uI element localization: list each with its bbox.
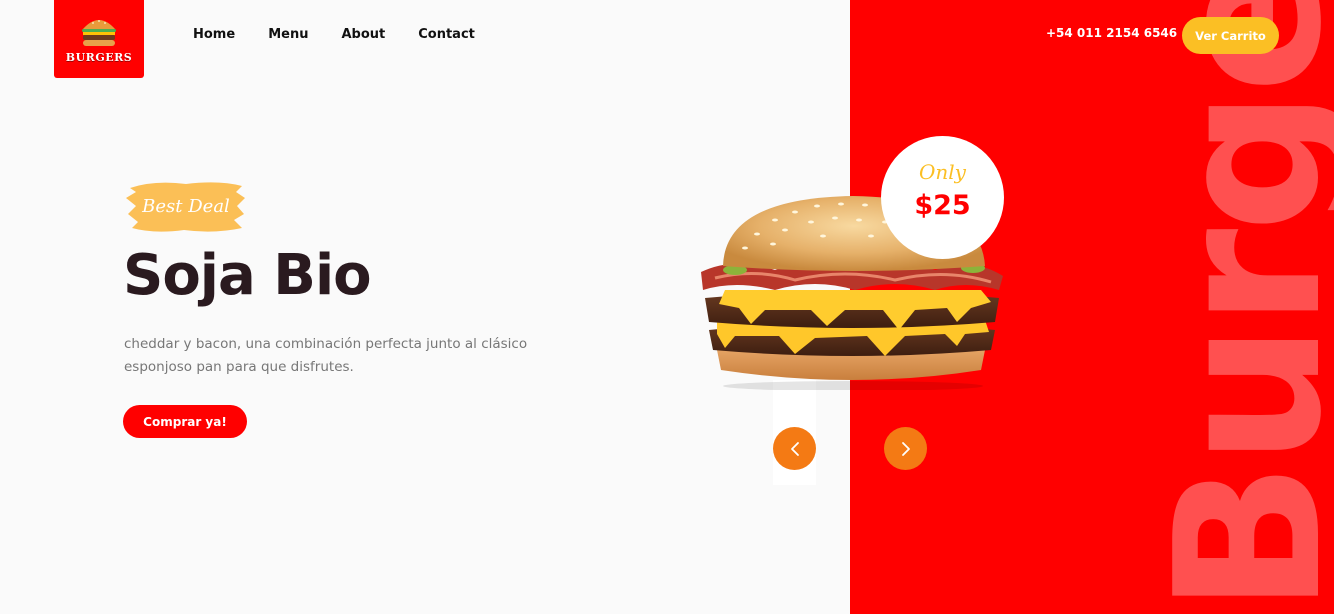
background-word: Burger	[1133, 0, 1334, 614]
slider-next-button[interactable]	[884, 427, 927, 470]
chevron-left-icon	[790, 441, 799, 456]
best-deal-text: Best Deal	[142, 195, 230, 217]
nav-item-about[interactable]: About	[341, 27, 385, 42]
hero-description: cheddar y bacon, una combinación perfect…	[124, 336, 528, 375]
slider-prev-button[interactable]	[773, 427, 816, 470]
burger-logo-icon	[82, 19, 116, 46]
hero-title: Soja Bio	[123, 243, 372, 308]
nav-item-contact[interactable]: Contact	[418, 27, 475, 42]
buy-now-button[interactable]: Comprar ya!	[123, 405, 247, 438]
view-cart-button[interactable]: Ver Carrito	[1182, 17, 1279, 54]
logo-text: BURGERS	[65, 50, 133, 64]
main-nav: Home Menu About Contact	[193, 27, 508, 42]
nav-item-home[interactable]: Home	[193, 27, 235, 42]
price-value: $25	[914, 190, 971, 221]
best-deal-badge: Best Deal	[124, 178, 248, 234]
chevron-right-icon	[901, 441, 910, 456]
brand-logo[interactable]: BURGERS	[54, 0, 144, 78]
price-prefix: Only	[919, 160, 966, 184]
nav-item-menu[interactable]: Menu	[268, 27, 308, 42]
price-badge: Only $25	[881, 136, 1004, 259]
phone-number[interactable]: +54 011 2154 6546	[1046, 26, 1177, 40]
